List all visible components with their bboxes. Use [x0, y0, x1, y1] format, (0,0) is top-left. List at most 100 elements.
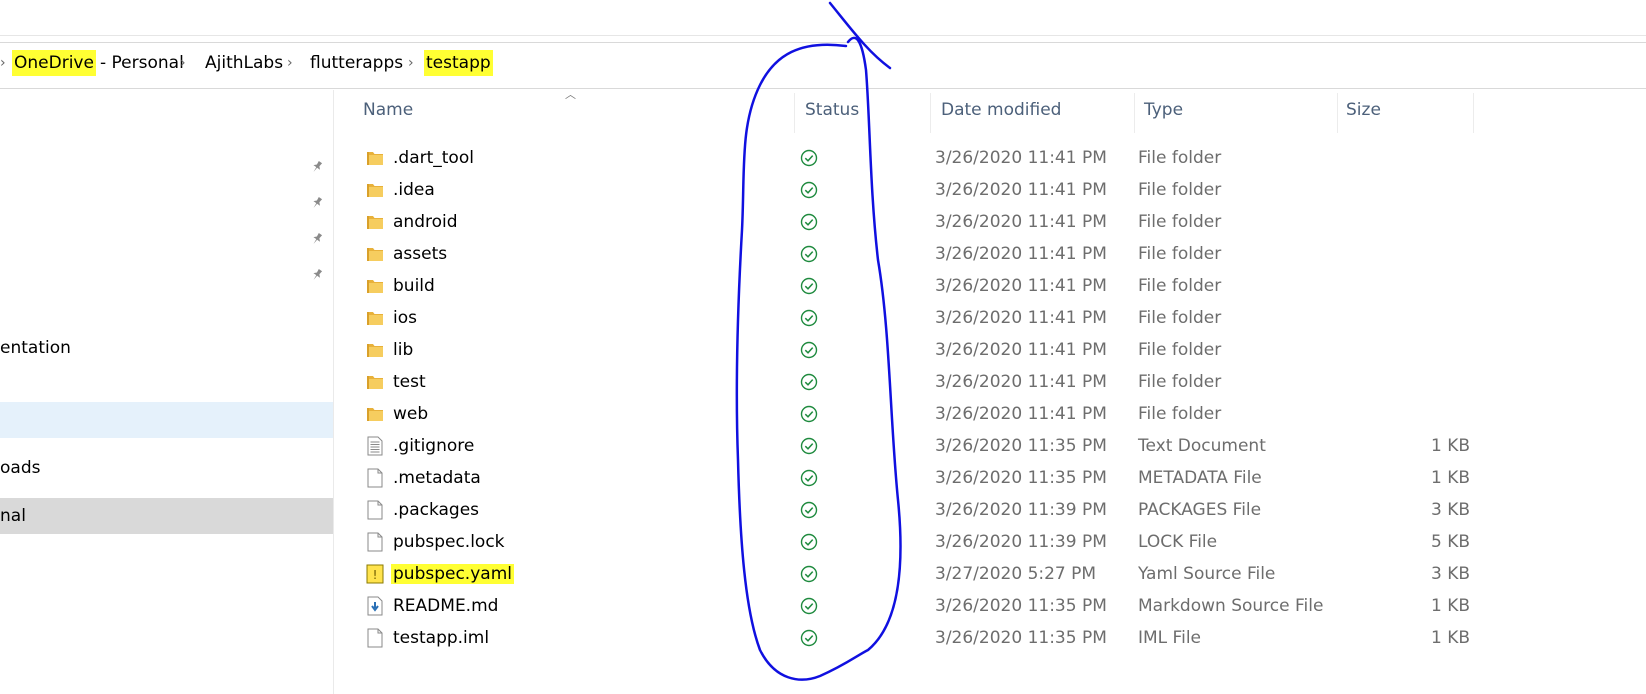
file-row[interactable]: pubspec.lock 3/26/2020 11:39 PM LOCK File 5…: [360, 526, 1470, 558]
folder-icon: [367, 152, 383, 165]
file-date-modified: 3/26/2020 11:41 PM: [935, 148, 1107, 168]
file-name: .packages: [393, 500, 480, 520]
file-row[interactable]: lib 3/26/2020 11:41 PM File folder: [360, 334, 1470, 366]
breadcrumb-personal[interactable]: - Personal: [98, 50, 186, 76]
file-icon: [367, 532, 383, 552]
breadcrumb-ajithlabs[interactable]: AjithLabs: [203, 50, 285, 76]
file-name: README.md: [393, 596, 499, 616]
file-size: 1 KB: [1430, 628, 1470, 648]
file-name: test: [393, 372, 426, 392]
folder-icon: [367, 408, 383, 421]
file-row[interactable]: ! pubspec.yaml 3/27/2020 5:27 PM Yaml Sourc…: [360, 558, 1470, 590]
column-header-date-modified[interactable]: Date modified: [941, 93, 1061, 127]
file-row[interactable]: .dart_tool 3/26/2020 11:41 PM File folder: [360, 142, 1470, 174]
folder-icon: [367, 312, 383, 325]
title-bar-border: [0, 35, 1646, 36]
synced-check-icon: [800, 149, 818, 167]
file-date-modified: 3/26/2020 11:35 PM: [935, 468, 1107, 488]
file-row[interactable]: web 3/26/2020 11:41 PM File folder: [360, 398, 1470, 430]
nav-item-downloads[interactable]: oads: [0, 450, 333, 486]
file-date-modified: 3/26/2020 11:41 PM: [935, 372, 1107, 392]
folder-icon: [367, 344, 383, 357]
file-row[interactable]: android 3/26/2020 11:41 PM File folder: [360, 206, 1470, 238]
nav-item-documentation[interactable]: entation: [0, 330, 333, 366]
file-row[interactable]: test 3/26/2020 11:41 PM File folder: [360, 366, 1470, 398]
breadcrumb-chevron-icon[interactable]: ›: [408, 50, 414, 76]
breadcrumb-testapp[interactable]: testapp: [424, 50, 493, 76]
synced-check-icon: [800, 181, 818, 199]
folder-icon: [367, 184, 383, 197]
file-date-modified: 3/27/2020 5:27 PM: [935, 564, 1097, 584]
column-header-type[interactable]: Type: [1144, 93, 1183, 127]
folder-icon: [367, 280, 383, 293]
file-row[interactable]: assets 3/26/2020 11:41 PM File folder: [360, 238, 1470, 270]
nav-item-hovered[interactable]: [0, 402, 333, 438]
file-name: lib: [393, 340, 414, 360]
file-type: File folder: [1138, 372, 1222, 392]
file-type: File folder: [1138, 404, 1222, 424]
column-divider[interactable]: [1337, 93, 1338, 133]
file-size: 1 KB: [1430, 596, 1470, 616]
text-document-icon: [367, 436, 383, 456]
breadcrumb-chevron-icon[interactable]: ›: [287, 50, 293, 76]
file-date-modified: 3/26/2020 11:35 PM: [935, 436, 1107, 456]
pin-icon[interactable]: [310, 160, 324, 174]
synced-check-icon: [800, 597, 818, 615]
file-date-modified: 3/26/2020 11:35 PM: [935, 596, 1107, 616]
folder-icon: [367, 248, 383, 261]
file-name: android: [393, 212, 458, 232]
file-row[interactable]: .metadata 3/26/2020 11:35 PM METADATA File…: [360, 462, 1470, 494]
file-name: assets: [393, 244, 448, 264]
pin-icon[interactable]: [310, 268, 324, 282]
breadcrumb-chevron-icon: ›: [0, 55, 6, 71]
column-header-size[interactable]: Size: [1346, 93, 1381, 127]
column-divider[interactable]: [1473, 93, 1474, 133]
file-row[interactable]: .idea 3/26/2020 11:41 PM File folder: [360, 174, 1470, 206]
file-row[interactable]: ios 3/26/2020 11:41 PM File folder: [360, 302, 1470, 334]
file-name: web: [393, 404, 429, 424]
file-name: .metadata: [393, 468, 481, 488]
file-size: 3 KB: [1430, 500, 1470, 520]
file-row[interactable]: build 3/26/2020 11:41 PM File folder: [360, 270, 1470, 302]
file-row[interactable]: .gitignore 3/26/2020 11:35 PM Text Documen…: [360, 430, 1470, 462]
breadcrumb-onedrive[interactable]: OneDrive: [12, 50, 96, 76]
file-icon: [367, 468, 383, 488]
breadcrumb-flutterapps[interactable]: flutterapps: [308, 50, 405, 76]
file-type: File folder: [1138, 276, 1222, 296]
column-header-status[interactable]: Status: [805, 93, 859, 127]
synced-check-icon: [800, 469, 818, 487]
markdown-file-icon: [367, 596, 383, 616]
file-row[interactable]: .packages 3/26/2020 11:39 PM PACKAGES File…: [360, 494, 1470, 526]
synced-check-icon: [800, 277, 818, 295]
file-row[interactable]: testapp.iml 3/26/2020 11:35 PM IML File 1 K…: [360, 622, 1470, 654]
file-date-modified: 3/26/2020 11:39 PM: [935, 532, 1107, 552]
file-date-modified: 3/26/2020 11:41 PM: [935, 404, 1107, 424]
file-name: testapp.iml: [393, 628, 490, 648]
svg-text:!: !: [373, 568, 378, 582]
address-bar[interactable]: › OneDrive - Personal › AjithLabs › flut…: [0, 42, 1646, 89]
file-date-modified: 3/26/2020 11:39 PM: [935, 500, 1107, 520]
pin-icon[interactable]: [310, 196, 324, 210]
synced-check-icon: [800, 309, 818, 327]
file-row[interactable]: README.md 3/26/2020 11:35 PM Markdown Sour…: [360, 590, 1470, 622]
file-size: 1 KB: [1430, 468, 1470, 488]
file-name: pubspec.yaml: [391, 564, 514, 584]
column-divider[interactable]: [1134, 93, 1135, 133]
folder-icon: [367, 216, 383, 229]
breadcrumb-chevron-icon[interactable]: ›: [180, 50, 186, 76]
file-type: METADATA File: [1138, 468, 1262, 488]
nav-item-onedrive-personal[interactable]: nal: [0, 498, 333, 534]
file-name: build: [393, 276, 435, 296]
file-type: File folder: [1138, 340, 1222, 360]
pin-icon[interactable]: [310, 232, 324, 246]
file-date-modified: 3/26/2020 11:35 PM: [935, 628, 1107, 648]
pane-divider[interactable]: [333, 90, 334, 694]
column-divider[interactable]: [930, 93, 931, 133]
file-name: pubspec.lock: [393, 532, 505, 552]
file-size: 1 KB: [1430, 436, 1470, 456]
synced-check-icon: [800, 245, 818, 263]
column-divider[interactable]: [794, 93, 795, 133]
synced-check-icon: [800, 629, 818, 647]
column-header-name[interactable]: Name: [363, 93, 413, 127]
file-type: File folder: [1138, 308, 1222, 328]
